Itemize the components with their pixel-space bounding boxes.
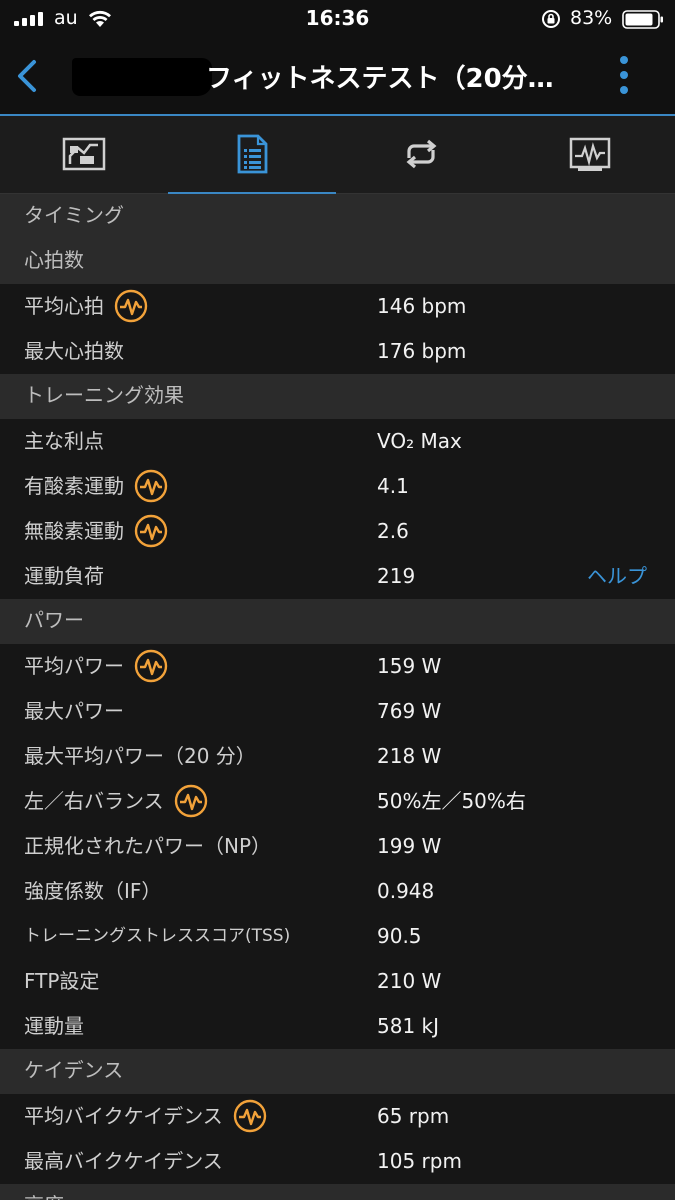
row-label: 平均パワー (24, 644, 168, 689)
row-value: 159 W (377, 654, 442, 678)
redacted-area (72, 58, 212, 96)
section-header-training-effect: トレーニング効果 (0, 374, 675, 419)
help-link[interactable]: ヘルプ (587, 554, 647, 599)
row-label: 無酸素運動 (24, 509, 168, 554)
row-avg-power: 平均パワー 159 W (0, 644, 675, 689)
row-label: 最大心拍数 (24, 339, 124, 363)
premium-heart-rate-icon[interactable] (134, 514, 168, 548)
row-value: 50%左／50%右 (377, 789, 526, 813)
navigation-header: フィットネステスト（20分… (0, 38, 675, 116)
tab-laps[interactable] (337, 116, 505, 194)
row-value: 176 bpm (377, 339, 467, 363)
document-list-icon (237, 134, 268, 174)
row-tss: トレーニングストレススコア(TSS) 90.5 (0, 914, 675, 959)
rotation-lock-icon (542, 10, 560, 28)
row-value: 105 rpm (377, 1149, 462, 1173)
row-label: 左／右バランス (24, 779, 208, 824)
row-value: 90.5 (377, 924, 422, 948)
row-value: 210 W (377, 969, 442, 993)
row-label: 運動負荷 (24, 564, 104, 588)
row-label: 有酸素運動 (24, 464, 168, 509)
map-icon (62, 137, 106, 171)
row-max-cadence: 最高バイクケイデンス 105 rpm (0, 1139, 675, 1184)
row-label: FTP設定 (24, 969, 100, 993)
more-vertical-icon[interactable] (616, 54, 632, 96)
row-avg-heart-rate: 平均心拍 146 bpm (0, 284, 675, 329)
row-intensity-factor: 強度係数（IF） 0.948 (0, 869, 675, 914)
row-aerobic-effect: 有酸素運動 4.1 (0, 464, 675, 509)
section-header-cadence: ケイデンス (0, 1049, 675, 1094)
row-label: 最高バイクケイデンス (24, 1149, 223, 1173)
row-normalized-power: 正規化されたパワー（NP） 199 W (0, 824, 675, 869)
row-max-avg-power-20min: 最大平均パワー（20 分） 218 W (0, 734, 675, 779)
row-label: 主な利点 (24, 429, 104, 453)
row-primary-benefit: 主な利点 VO₂ Max (0, 419, 675, 464)
row-value: 4.1 (377, 474, 409, 498)
status-bar: au 16:36 83% (0, 0, 675, 38)
premium-heart-rate-icon[interactable] (134, 649, 168, 683)
row-label: 運動量 (24, 1014, 84, 1038)
section-header-elevation: 高度 (0, 1184, 675, 1200)
row-label: 強度係数（IF） (24, 879, 162, 903)
section-header-power: パワー (0, 599, 675, 644)
row-value: 65 rpm (377, 1104, 450, 1128)
back-chevron-icon[interactable] (12, 56, 42, 96)
section-header-heart-rate: 心拍数 (0, 239, 675, 284)
row-label: 正規化されたパワー（NP） (24, 834, 272, 858)
row-value: 218 W (377, 744, 442, 768)
row-label: トレーニングストレススコア(TSS) (24, 926, 291, 946)
tab-summary[interactable] (0, 116, 168, 194)
row-work: 運動量 581 kJ (0, 1004, 675, 1049)
row-label: 最大パワー (24, 699, 124, 723)
row-ftp-setting: FTP設定 210 W (0, 959, 675, 1004)
row-value: 199 W (377, 834, 442, 858)
row-label: 最大平均パワー（20 分） (24, 744, 256, 768)
section-header-timing[interactable]: タイミング (0, 194, 675, 239)
tab-charts[interactable] (506, 116, 674, 194)
premium-heart-rate-icon[interactable] (114, 289, 148, 323)
tab-details[interactable] (168, 116, 336, 195)
row-avg-cadence: 平均バイクケイデンス 65 rpm (0, 1094, 675, 1139)
row-training-load: 運動負荷 219 ヘルプ (0, 554, 675, 599)
row-value: 769 W (377, 699, 442, 723)
row-anaerobic-effect: 無酸素運動 2.6 (0, 509, 675, 554)
row-max-heart-rate: 最大心拍数 176 bpm (0, 329, 675, 374)
row-value: 2.6 (377, 519, 409, 543)
row-power-balance: 左／右バランス 50%左／50%右 (0, 779, 675, 824)
tab-bar (0, 116, 675, 195)
row-max-power: 最大パワー 769 W (0, 689, 675, 734)
row-value: VO₂ Max (377, 429, 462, 453)
row-value: 0.948 (377, 879, 435, 903)
row-label: 平均心拍 (24, 284, 148, 329)
row-value: 581 kJ (377, 1014, 440, 1038)
premium-heart-rate-icon[interactable] (174, 784, 208, 818)
chart-icon (569, 137, 611, 171)
premium-heart-rate-icon[interactable] (134, 469, 168, 503)
row-label: 平均バイクケイデンス (24, 1094, 267, 1139)
premium-heart-rate-icon[interactable] (233, 1099, 267, 1133)
page-title: フィットネステスト（20分… (206, 64, 554, 94)
battery-percent: 83% (570, 7, 613, 29)
row-value: 146 bpm (377, 294, 467, 318)
battery-icon (622, 10, 663, 29)
activity-details-list: タイミング 心拍数 平均心拍 146 bpm 最大心拍数 176 bpm トレー… (0, 194, 675, 1200)
row-value: 219 (377, 564, 416, 588)
repeat-icon (406, 139, 437, 169)
